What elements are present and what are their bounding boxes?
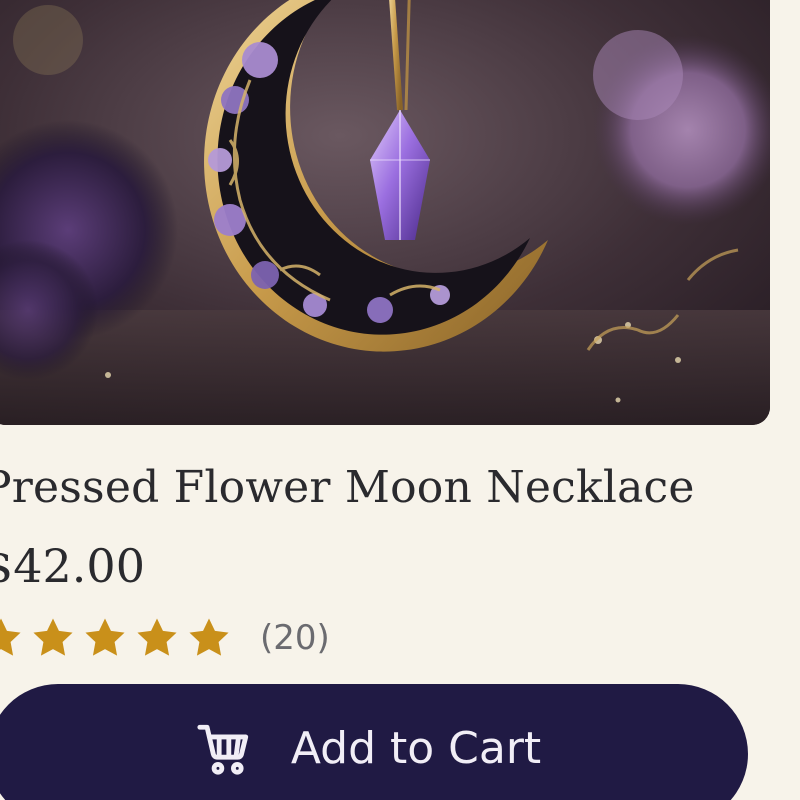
- rating[interactable]: (20): [0, 610, 330, 666]
- product-title[interactable]: Pressed Flower Moon Necklace: [0, 458, 695, 518]
- product-image[interactable]: [0, 0, 770, 425]
- product-photo: [0, 0, 770, 425]
- review-count[interactable]: (20): [260, 618, 330, 658]
- star-icon: [82, 615, 128, 661]
- product-card: Pressed Flower Moon Necklace $42.00 (20): [0, 0, 800, 800]
- star-icon: [134, 615, 180, 661]
- star-icon: [0, 615, 24, 661]
- add-to-cart-label: Add to Cart: [290, 723, 542, 774]
- star-icon: [186, 615, 232, 661]
- star-icon: [30, 615, 76, 661]
- add-to-cart-button[interactable]: Add to Cart: [0, 684, 748, 800]
- product-price: $42.00: [0, 539, 145, 593]
- shopping-cart-icon: [195, 720, 253, 778]
